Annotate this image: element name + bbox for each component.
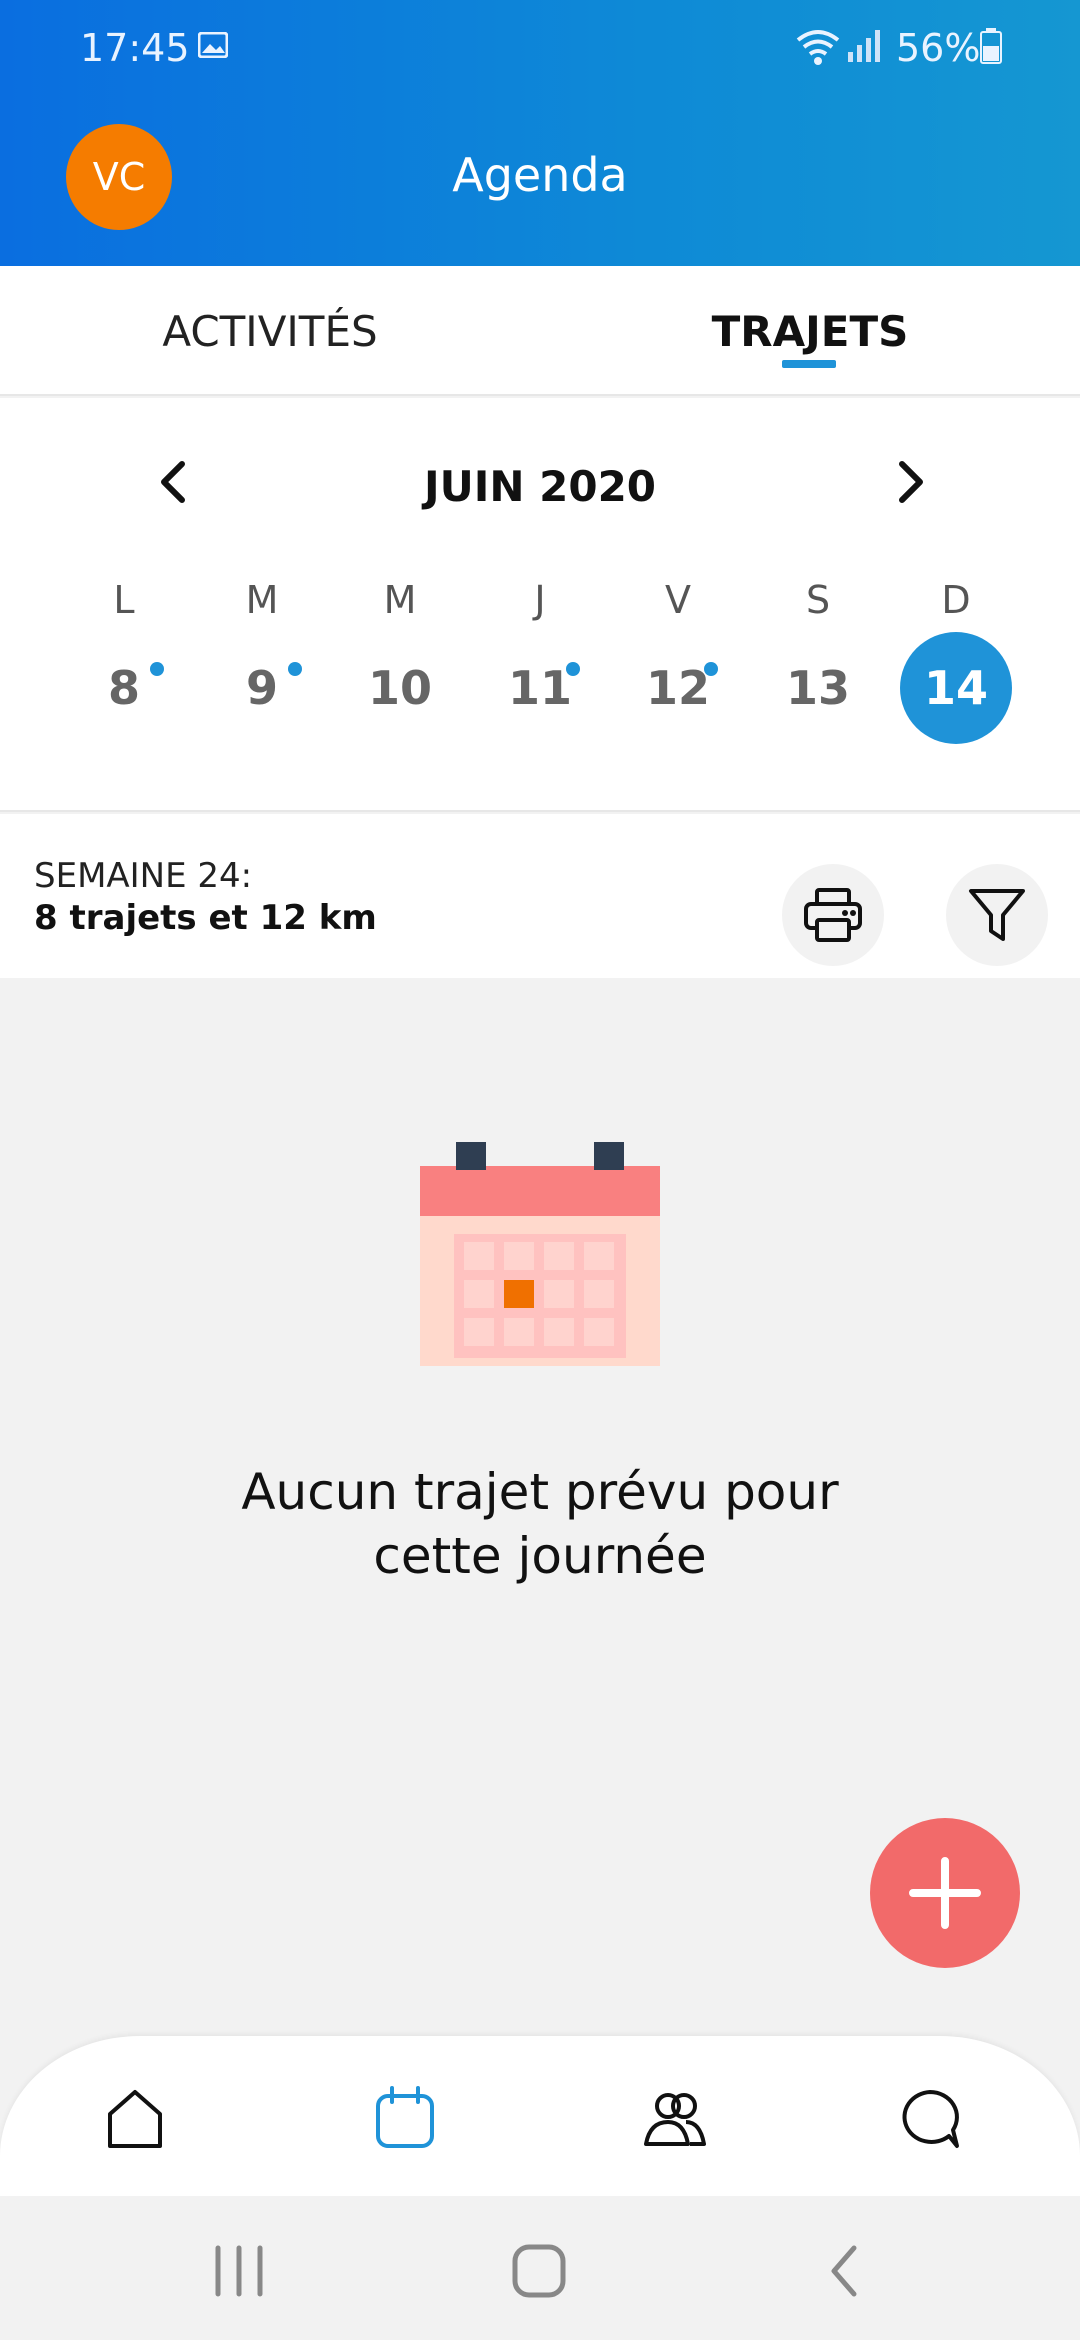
signal-icon	[848, 30, 880, 62]
day-item[interactable]: M 9	[202, 578, 322, 778]
day-number: 8	[107, 661, 140, 715]
event-dot	[288, 662, 302, 676]
empty-message-line1: Aucun trajet prévu pour	[241, 1463, 839, 1521]
day-letter: J	[534, 578, 546, 622]
back-icon[interactable]	[810, 2236, 880, 2306]
active-tab-indicator	[782, 360, 836, 368]
battery-percent: 56%	[896, 26, 981, 70]
day-number: 14	[900, 632, 1012, 744]
home-icon[interactable]	[100, 2084, 170, 2154]
week-summary: SEMAINE 24: 8 trajets et 12 km	[0, 814, 1080, 978]
day-number: 10	[367, 661, 432, 715]
day-letter: D	[941, 578, 971, 622]
day-item[interactable]: J 11	[480, 578, 600, 778]
users-icon[interactable]	[640, 2084, 710, 2154]
week-label: SEMAINE 24:	[34, 856, 253, 896]
filter-icon	[969, 889, 1025, 941]
day-letter: L	[113, 578, 135, 622]
day-number: 9	[245, 661, 278, 715]
tab-trajets[interactable]: TRAJETS	[540, 266, 1080, 396]
event-dot	[566, 662, 580, 676]
status-time: 17:45	[80, 26, 190, 70]
month-navigation: JUIN 2020	[0, 428, 1080, 528]
day-letter: V	[665, 578, 691, 622]
empty-message-line2: cette journée	[373, 1527, 707, 1585]
day-item[interactable]: S 13	[758, 578, 878, 778]
day-number: 12	[645, 661, 710, 715]
chevron-right-icon[interactable]	[880, 452, 940, 512]
print-button[interactable]	[782, 864, 884, 966]
week-stats: 8 trajets et 12 km	[34, 898, 377, 938]
image-notification-icon	[198, 32, 228, 58]
day-item[interactable]: L 8	[64, 578, 184, 778]
tab-bar: ACTIVITÉS TRAJETS	[0, 266, 1080, 396]
status-bar: 17:45 56%	[0, 18, 1080, 78]
day-item[interactable]: M 10	[340, 578, 460, 778]
day-item-selected[interactable]: D 14	[896, 578, 1016, 778]
week-calendar: JUIN 2020 L 8 M 9 M 10 J 11 V 12 S 13 D …	[0, 398, 1080, 812]
event-dot	[150, 662, 164, 676]
day-letter: M	[383, 578, 417, 622]
tab-activites[interactable]: ACTIVITÉS	[0, 266, 540, 396]
day-number: 11	[507, 661, 572, 715]
day-number: 13	[785, 661, 850, 715]
app-header: 17:45 56% VC Agenda	[0, 0, 1080, 266]
bottom-navigation	[0, 2036, 1080, 2196]
day-letter: S	[805, 578, 831, 622]
filter-button[interactable]	[946, 864, 1048, 966]
calendar-icon[interactable]	[370, 2084, 440, 2154]
system-home-icon[interactable]	[504, 2236, 574, 2306]
calendar-illustration-icon	[420, 1142, 660, 1366]
day-row: L 8 M 9 M 10 J 11 V 12 S 13 D 14	[0, 578, 1080, 778]
page-title: Agenda	[452, 148, 628, 202]
empty-message: Aucun trajet prévu pour cette journée	[0, 1460, 1080, 1588]
event-dot	[704, 662, 718, 676]
wifi-icon	[796, 30, 840, 65]
battery-icon	[980, 28, 1002, 64]
day-letter: M	[245, 578, 279, 622]
add-trip-button[interactable]	[870, 1818, 1020, 1968]
printer-icon	[804, 888, 862, 942]
chat-icon[interactable]	[895, 2084, 965, 2154]
recent-apps-icon[interactable]	[204, 2236, 274, 2306]
day-item[interactable]: V 12	[618, 578, 738, 778]
system-navigation-bar	[0, 2196, 1080, 2340]
plus-icon	[909, 1857, 981, 1929]
